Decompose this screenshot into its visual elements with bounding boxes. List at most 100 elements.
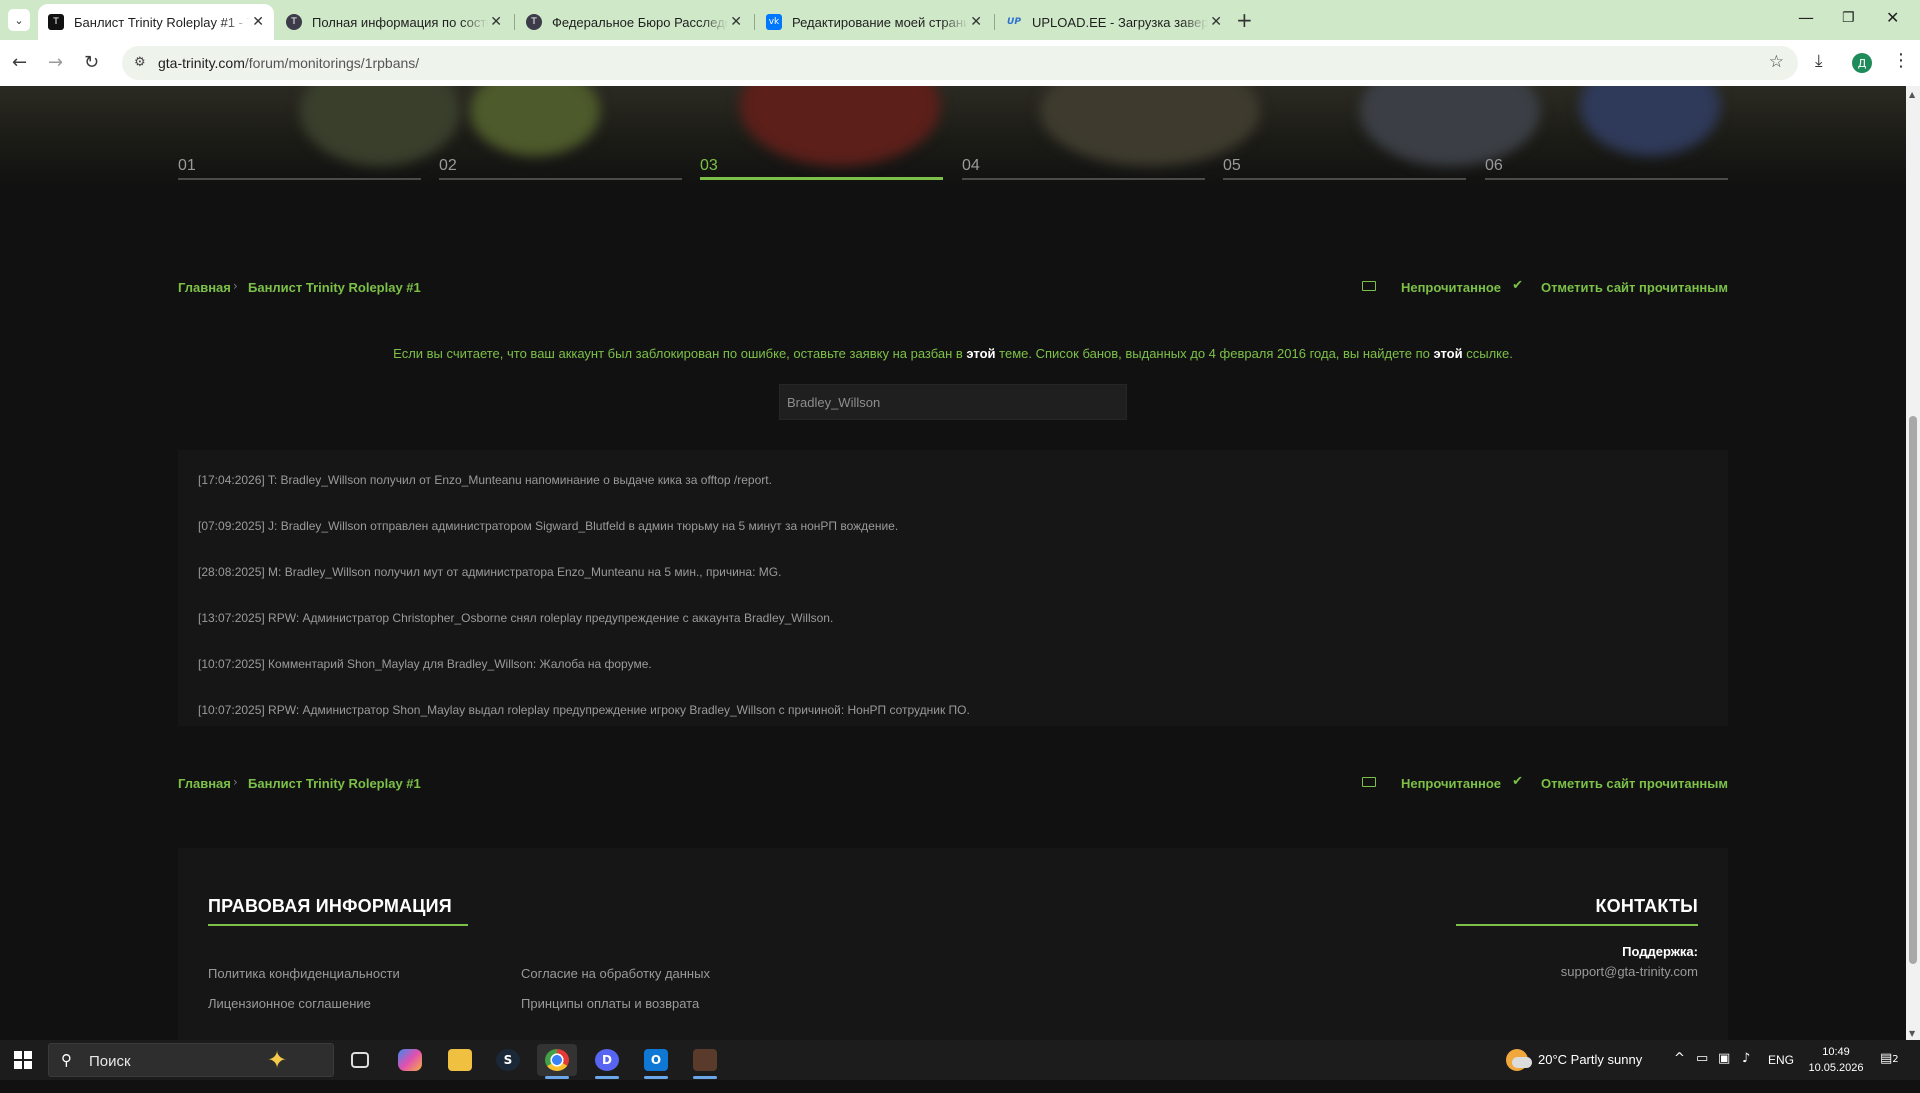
breadcrumb-home-link[interactable]: Главная [178,280,231,295]
tab-search-button[interactable]: ⌄ [8,9,30,31]
payment-refund-link[interactable]: Принципы оплаты и возврата [521,996,699,1011]
tab-title: Банлист Trinity Roleplay #1 - Tr [74,14,250,30]
tab-separator [514,14,515,30]
reload-icon[interactable]: ↻ [84,52,99,73]
tab-title: UPLOAD.EE - Загрузка заверш [1032,14,1208,30]
tab-banlist[interactable]: T Банлист Trinity Roleplay #1 - Tr ✕ [38,4,274,40]
download-icon[interactable]: ⤓ [1815,51,1823,71]
trinity-favicon: T [48,14,64,30]
slider-pagination: 01 02 03 04 05 06 [178,152,1728,180]
upload-favicon: UP [1007,17,1021,27]
forward-arrow-icon[interactable]: → [48,52,63,73]
unread-link[interactable]: Непрочитанное [1401,776,1501,791]
support-email-link[interactable]: support@gta-trinity.com [1561,964,1698,979]
tab-separator [754,14,755,30]
log-entry: [10:07:2025] Комментарий Shon_Maylay для… [198,657,652,671]
url-path: /forum/monitorings/1rpbans/ [244,55,420,71]
breadcrumb-home-link[interactable]: Главная [178,776,231,791]
slide-tab-05[interactable]: 05 [1223,152,1466,180]
notice-text: теме. Список банов, выданных до 4 феврал… [995,346,1434,361]
bookmark-star-icon[interactable]: ☆ [1769,52,1784,72]
task-view-icon[interactable] [340,1044,380,1076]
notification-icon[interactable]: ▤2 [1880,1051,1899,1091]
site-info-icon[interactable]: ⚙ [134,55,146,70]
breadcrumb-current-link[interactable]: Банлист Trinity Roleplay #1 [248,280,421,295]
tab-vk[interactable]: vk Редактирование моей страни ✕ [756,4,992,40]
page-viewport: 01 02 03 04 05 06 Главная › Банлист Trin… [0,86,1906,1040]
restore-icon[interactable]: ❐ [1842,10,1855,26]
tab-separator [994,14,995,30]
network-icon[interactable]: ▣ [1718,1051,1730,1091]
scroll-down-icon[interactable]: ▼ [1909,1029,1915,1038]
tab-full-info[interactable]: T Полная информация по состо ✕ [276,4,512,40]
log-entry: [13:07:2025] RPW: Администратор Christop… [198,611,834,625]
taskbar-search-box[interactable]: ⚲ Поиск ✦ [48,1043,334,1077]
weather-icon[interactable] [1506,1049,1532,1071]
slide-tab-04[interactable]: 04 [962,152,1205,180]
check-icon: ✔ [1512,774,1523,789]
page-scrollbar[interactable]: ▲ ▼ [1906,86,1920,1040]
old-bans-link[interactable]: этой [1433,346,1462,361]
browser-toolbar: ← → ↻ ⚙ gta-trinity.com/forum/monitoring… [0,40,1920,86]
mark-read-link[interactable]: Отметить сайт прочитанным [1541,776,1728,791]
copilot-sparkle-icon: ✦ [267,1046,288,1074]
close-icon[interactable]: ✕ [970,14,982,30]
browser-menu-icon[interactable]: ⋮ [1892,50,1910,71]
trinity-favicon: T [286,14,302,30]
ban-search-input[interactable]: Bradley_Willson [779,384,1127,420]
chrome-icon[interactable] [537,1044,577,1079]
slide-tab-01[interactable]: 01 [178,152,421,180]
minimize-icon[interactable]: — [1798,8,1814,27]
ban-log-list: [17:04:2026] T: Bradley_Willson получил … [178,450,1728,726]
data-consent-link[interactable]: Согласие на обработку данных [521,966,710,981]
contacts-heading: КОНТАКТЫ [1595,896,1698,916]
chevron-right-icon: › [233,775,238,789]
weather-text[interactable]: 20°C Partly sunny [1538,1052,1642,1092]
log-entry: [07:09:2025] J: Bradley_Willson отправле… [198,519,899,533]
slide-tab-06[interactable]: 06 [1485,152,1728,180]
windows-start-icon[interactable] [14,1051,32,1069]
scroll-up-icon[interactable]: ▲ [1909,90,1915,99]
new-tab-button[interactable]: + [1236,8,1253,32]
profile-avatar[interactable]: Д [1852,53,1872,73]
back-arrow-icon[interactable]: ← [12,52,27,73]
tab-fbi[interactable]: T Федеральное Бюро Расследо ✕ [516,4,752,40]
close-icon[interactable]: ✕ [1210,14,1222,30]
slide-tab-03[interactable]: 03 [700,152,943,180]
camera-icon[interactable]: ▭ [1696,1051,1708,1091]
discord-icon[interactable]: D [587,1044,627,1079]
privacy-policy-link[interactable]: Политика конфиденциальности [208,966,400,981]
heading-underline [208,924,468,926]
unban-topic-link[interactable]: этой [966,346,995,361]
volume-icon[interactable]: ♪ [1742,1051,1750,1091]
address-bar[interactable]: ⚙ gta-trinity.com/forum/monitorings/1rpb… [122,46,1798,80]
tab-title: Полная информация по состо [312,14,488,30]
check-icon: ✔ [1512,278,1523,293]
url-text[interactable]: gta-trinity.com/forum/monitorings/1rpban… [158,55,419,71]
vk-favicon: vk [766,14,782,30]
log-entry: [28:08:2025] M: Bradley_Willson получил … [198,565,782,579]
slide-tab-02[interactable]: 02 [439,152,682,180]
window-close-icon[interactable]: ✕ [1886,8,1899,27]
search-icon: ⚲ [61,1051,72,1069]
close-icon[interactable]: ✕ [252,14,264,30]
notice-text: Если вы считаете, что ваш аккаунт был за… [393,346,967,361]
mark-read-link[interactable]: Отметить сайт прочитанным [1541,280,1728,295]
unban-notice: Если вы считаете, что ваш аккаунт был за… [178,346,1728,361]
tray-chevron-icon[interactable]: ^ [1674,1051,1685,1091]
close-icon[interactable]: ✕ [490,14,502,30]
copilot-icon[interactable] [390,1044,430,1076]
language-indicator[interactable]: ENG [1768,1053,1794,1093]
tab-upload[interactable]: UP UPLOAD.EE - Загрузка заверш ✕ [996,4,1232,40]
unread-link[interactable]: Непрочитанное [1401,280,1501,295]
clock[interactable]: 10:49 10.05.2026 [1806,1044,1866,1076]
outlook-icon[interactable]: O [636,1044,676,1079]
site-footer: ПРАВОВАЯ ИНФОРМАЦИЯ Политика конфиденциа… [178,848,1728,1040]
scrollbar-thumb[interactable] [1909,416,1917,964]
license-agreement-link[interactable]: Лицензионное соглашение [208,996,371,1011]
breadcrumb-current-link[interactable]: Банлист Trinity Roleplay #1 [248,776,421,791]
file-explorer-icon[interactable] [440,1044,480,1076]
close-icon[interactable]: ✕ [730,14,742,30]
steam-icon[interactable]: S [488,1044,528,1076]
game-app-icon[interactable] [685,1044,725,1079]
